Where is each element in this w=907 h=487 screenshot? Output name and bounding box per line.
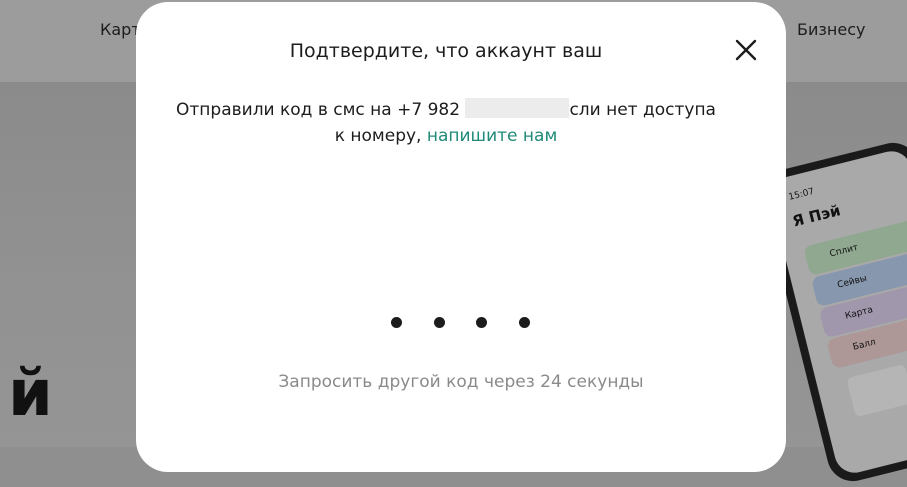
- hero-heading-fragment: й: [8, 357, 53, 431]
- contact-us-link[interactable]: напишите нам: [427, 126, 557, 146]
- message-suffix: сли нет доступа: [569, 100, 716, 120]
- message-line-2: к номеру,: [334, 126, 422, 146]
- masked-phone-part-2: [527, 98, 570, 118]
- dialog-title: Подтвердите, что аккаунт ваш: [289, 40, 603, 62]
- code-digit-placeholder: [519, 317, 530, 328]
- close-icon[interactable]: [732, 36, 760, 64]
- code-digit-placeholder: [434, 317, 445, 328]
- code-digit-placeholder: [476, 317, 487, 328]
- message-prefix: Отправили код в смс на +7 982: [176, 100, 461, 120]
- nav-link-business: Бизнесу: [797, 20, 866, 39]
- phone-widget: [846, 363, 907, 418]
- resend-code-timer: Запросить другой код через 24 секунды: [278, 372, 644, 392]
- phone-time: 15:07: [787, 186, 816, 203]
- verify-account-dialog: Подтвердите, что аккаунт ваш Отправили к…: [136, 2, 786, 472]
- nav-link-cards: Карт: [100, 20, 141, 39]
- masked-phone-part-1: [465, 98, 528, 118]
- phone-app-name: Я Пэй: [790, 201, 843, 231]
- sms-sent-message: Отправили код в смс на +7 982 сли нет до…: [166, 97, 726, 149]
- code-digit-placeholder: [391, 317, 402, 328]
- code-input[interactable]: [391, 317, 531, 329]
